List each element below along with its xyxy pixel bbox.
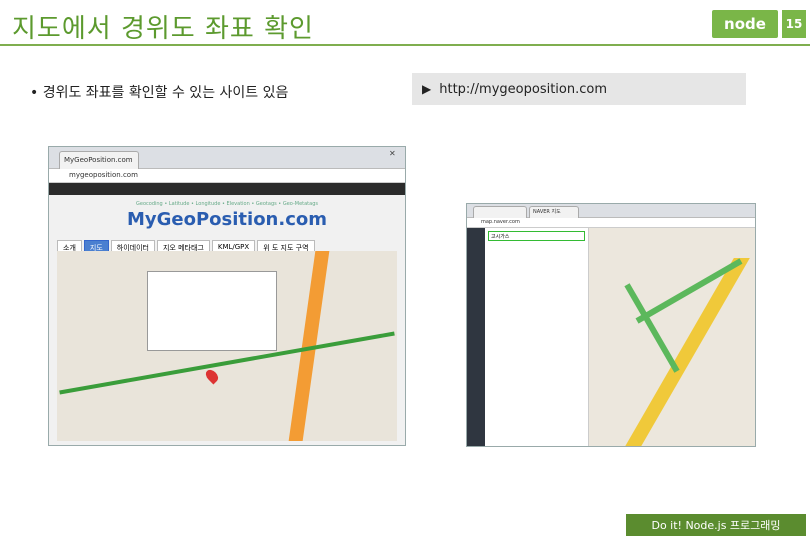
search-input-value: 고시가스 (491, 234, 510, 240)
browser-chrome: MyGeoPosition.com ✕ (49, 147, 405, 169)
footer-label: Do it! Node.js 프로그래밍 (626, 514, 806, 536)
triangle-icon: ▶ (422, 82, 432, 96)
nodejs-logo: node (712, 10, 778, 38)
site-url: http://mygeoposition.com (439, 81, 608, 97)
map-view (589, 228, 755, 446)
bookmark-bar (49, 183, 405, 195)
browser-tab-label: NAVER 지도 (533, 209, 561, 215)
bullet-text: • 경위도 좌표를 확인할 수 있는 사이트 있음 (30, 85, 289, 101)
address-bar: map.naver.com (467, 218, 755, 228)
mygeoposition-screenshot: MyGeoPosition.com ✕ mygeoposition.com Ge… (48, 146, 406, 446)
logo-text: node (724, 15, 766, 33)
address-text: mygeoposition.com (69, 171, 138, 179)
naver-sidebar (467, 228, 485, 446)
browser-tab (473, 206, 527, 218)
close-icon: ✕ (389, 149, 396, 158)
search-results-panel: 고시가스 (485, 228, 589, 446)
address-bar: mygeoposition.com (49, 169, 405, 183)
url-callout: ▶ http://mygeoposition.com (412, 73, 746, 105)
title-divider (0, 44, 810, 46)
naver-map-screenshot: NAVER 지도 map.naver.com 고시가스 (466, 203, 756, 447)
site-logo-text: MyGeoPosition.com (126, 209, 328, 230)
search-input: 고시가스 (488, 231, 585, 241)
browser-tab: MyGeoPosition.com (59, 151, 139, 169)
site-tagline: Geocoding • Latitude • Longitude • Eleva… (136, 201, 318, 207)
road (624, 258, 750, 446)
info-popup (147, 271, 277, 351)
map-pin-icon (203, 367, 221, 385)
address-text: map.naver.com (481, 219, 520, 225)
browser-tab-label: MyGeoPosition.com (64, 156, 133, 164)
browser-chrome: NAVER 지도 (467, 204, 755, 218)
site-logo: MyGeoPosition.com (49, 209, 405, 230)
slide-title: 지도에서 경위도 좌표 확인 (12, 14, 314, 44)
browser-tab: NAVER 지도 (529, 206, 579, 218)
page-number: 15 (782, 10, 806, 38)
map-view (57, 251, 397, 441)
